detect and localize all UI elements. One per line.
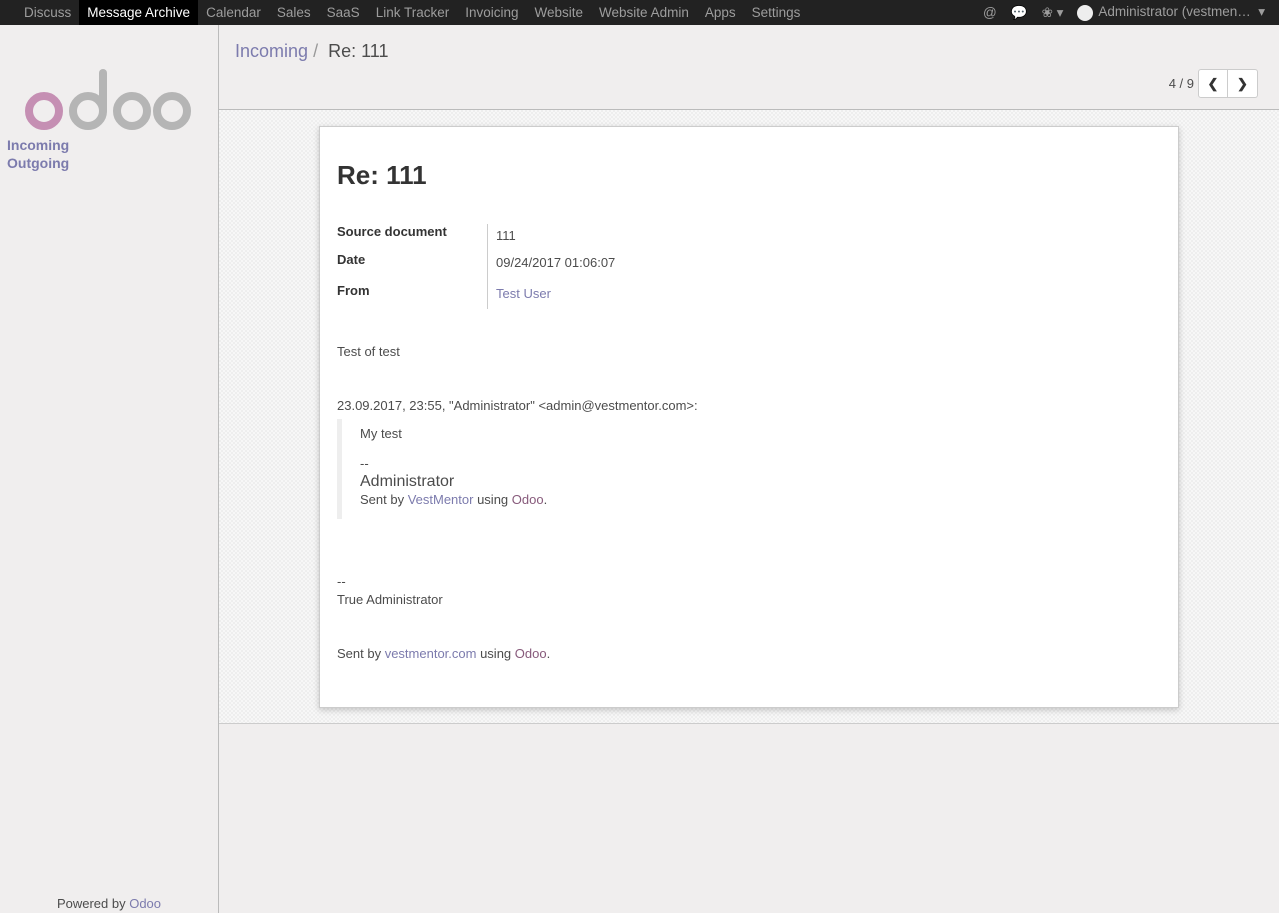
breadcrumb: Incoming / Re: 111: [235, 41, 389, 61]
menu-item-calendar[interactable]: Calendar: [198, 0, 269, 25]
sidebar-item-incoming[interactable]: Incoming: [0, 136, 69, 154]
text: using: [473, 492, 512, 507]
top-navbar: Discuss Message Archive Calendar Sales SaaS L…: [0, 0, 1279, 25]
fields-group: Source document 111 Date 09/24/2017 01:0…: [337, 224, 1161, 309]
odoo-link[interactable]: Odoo: [512, 492, 544, 507]
record-title: Re: 111: [337, 160, 427, 190]
text: Sent by: [360, 492, 408, 507]
pager-next-button[interactable]: ❯: [1228, 69, 1258, 98]
field-label: Date: [337, 252, 366, 267]
chevron-right-icon: ❯: [1237, 75, 1248, 91]
from-user-link[interactable]: Test User: [496, 286, 551, 301]
pager-value[interactable]: 4 / 9: [1169, 76, 1194, 91]
signature-name: Administrator: [360, 473, 455, 490]
mention-icon[interactable]: @: [983, 5, 997, 20]
odoo-logo: [25, 69, 191, 130]
menu-item-invoicing[interactable]: Invoicing: [457, 0, 526, 25]
odoo-link[interactable]: Odoo: [515, 646, 547, 661]
field-label: From: [337, 283, 370, 298]
app-menu: Discuss Message Archive Calendar Sales SaaS L…: [0, 0, 808, 25]
menu-item-settings[interactable]: Settings: [744, 0, 809, 25]
user-menu[interactable]: Administrator (vestmen… ▾: [1077, 4, 1265, 21]
date-value: 09/24/2017 01:06:07: [487, 252, 1161, 283]
text: .: [546, 646, 551, 661]
menu-item-message-archive[interactable]: Message Archive: [79, 0, 199, 25]
pager-previous-button[interactable]: ❮: [1198, 69, 1228, 98]
form-view: Re: 111 Source document 111 Date 09/24/2…: [219, 110, 1279, 724]
breadcrumb-current: Re: 111: [328, 41, 389, 61]
pager: 4 / 9 ❮ ❯: [1169, 69, 1258, 98]
debug-bug-icon[interactable]: ❀ ▾: [1042, 5, 1064, 21]
chevron-left-icon: ❮: [1207, 75, 1219, 91]
control-panel: Incoming / Re: 111 4 / 9 ❮ ❯: [219, 25, 1279, 110]
text: .: [543, 492, 548, 507]
chat-icon[interactable]: 💬: [1011, 5, 1028, 21]
avatar: [1077, 4, 1094, 21]
quote-text: My test: [360, 426, 402, 441]
menu-item-saas[interactable]: SaaS: [319, 0, 368, 25]
menu-item-sales[interactable]: Sales: [269, 0, 319, 25]
signature-separator: --: [337, 574, 346, 589]
menu-item-website-admin[interactable]: Website Admin: [591, 0, 697, 25]
field-label: Source document: [337, 224, 447, 239]
menu-item-website[interactable]: Website: [527, 0, 592, 25]
quote-header: 23.09.2017, 23:55, "Administrator" <admi…: [337, 398, 698, 413]
form-sheet: Re: 111 Source document 111 Date 09/24/2…: [319, 126, 1179, 708]
text: Sent by: [337, 646, 385, 661]
menu-item-apps[interactable]: Apps: [697, 0, 744, 25]
signature-separator: --: [360, 456, 369, 471]
message-body: Test of test 23.09.2017, 23:55, "Adminis…: [337, 343, 1161, 663]
menu-item-link-tracker[interactable]: Link Tracker: [368, 0, 458, 25]
sidebar-item-outgoing[interactable]: Outgoing: [0, 154, 69, 172]
powered-by: Powered by Odoo: [56, 896, 162, 911]
menu-item-discuss[interactable]: Discuss: [16, 0, 79, 25]
source-document-value: 111: [487, 224, 1161, 252]
body-text: Test of test: [337, 344, 400, 359]
signature-name: True Administrator: [337, 592, 443, 607]
text: using: [476, 646, 515, 661]
quoted-message: My test -- Administrator Sent by VestMen…: [337, 419, 1161, 519]
vestmentor-com-link[interactable]: vestmentor.com: [385, 646, 477, 661]
vestmentor-link[interactable]: VestMentor: [408, 492, 474, 507]
sidebar: Incoming Outgoing Powered by Odoo: [0, 25, 219, 913]
powered-by-odoo-link[interactable]: Odoo: [129, 896, 161, 911]
breadcrumb-incoming[interactable]: Incoming: [235, 41, 308, 61]
